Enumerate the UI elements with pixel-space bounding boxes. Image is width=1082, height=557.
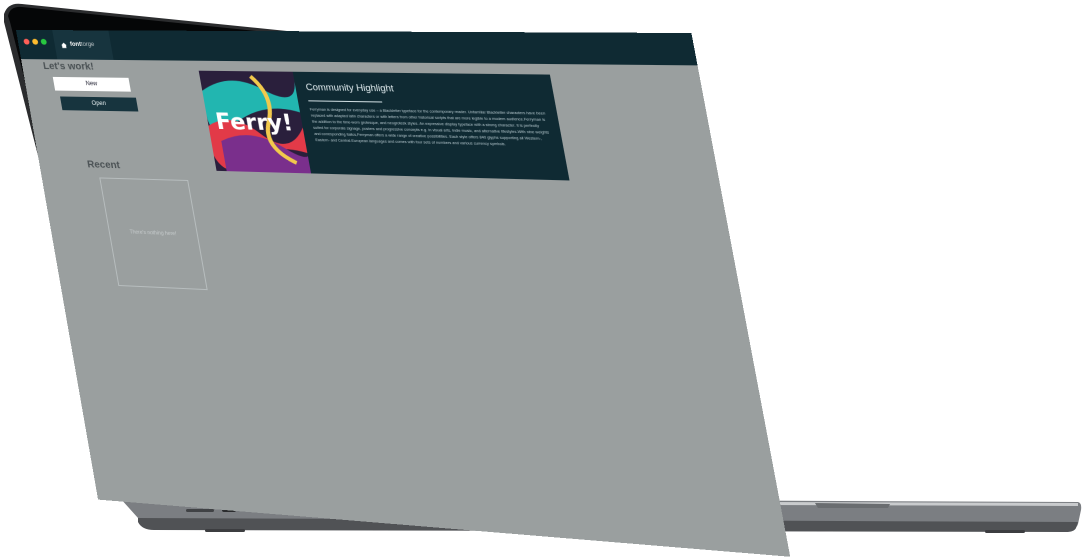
ferryman-artwork-icon: Ferry! bbox=[198, 70, 312, 174]
highlight-image-word: Ferry! bbox=[213, 108, 295, 136]
recent-heading: Recent bbox=[86, 159, 121, 172]
house-icon bbox=[60, 41, 67, 48]
recent-empty-text: There's nothing here! bbox=[129, 229, 177, 238]
close-window-button[interactable] bbox=[23, 38, 30, 45]
zoom-window-button[interactable] bbox=[40, 38, 48, 45]
minimize-window-button[interactable] bbox=[31, 38, 39, 45]
title-bar: fontforge bbox=[16, 30, 698, 66]
highlight-divider bbox=[308, 100, 383, 103]
highlight-description: Ferryman is designed for everyday use – … bbox=[309, 107, 550, 147]
community-highlight-card[interactable]: Ferry! Community Highlight Ferryman is d… bbox=[198, 70, 570, 181]
tab-sub: forge bbox=[80, 42, 95, 49]
new-button[interactable]: New bbox=[52, 76, 131, 92]
highlight-image[interactable]: Ferry! bbox=[198, 70, 312, 174]
open-button[interactable]: Open bbox=[60, 96, 139, 112]
laptop-mockup: fontforge Let's work! New Open Ferry! Co… bbox=[0, 0, 1082, 557]
lets-work-heading: Let's work! bbox=[42, 61, 95, 73]
sd-slot-icon bbox=[186, 509, 214, 512]
highlight-title: Community Highlight bbox=[304, 82, 395, 94]
app-screen: fontforge Let's work! New Open Ferry! Co… bbox=[16, 30, 791, 557]
recent-empty-placeholder: There's nothing here! bbox=[99, 177, 208, 291]
tab-home[interactable]: fontforge bbox=[52, 30, 114, 60]
